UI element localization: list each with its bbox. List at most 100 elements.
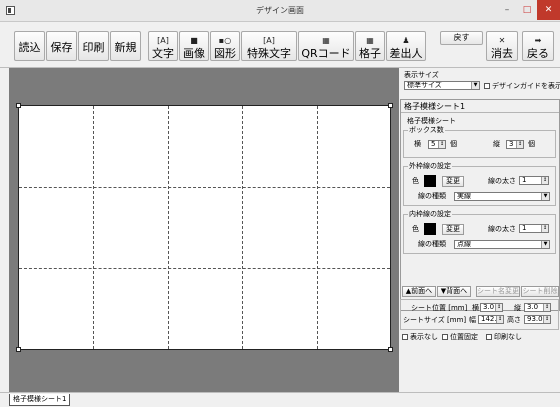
display-size-label: 表示サイズ	[404, 71, 439, 79]
spinner-icon[interactable]: ↕	[516, 141, 523, 148]
divider	[401, 112, 559, 113]
chevron-down-icon: ▼	[541, 241, 549, 248]
undo-button[interactable]: 戻す	[440, 31, 483, 45]
close-icon: ✕	[498, 36, 506, 45]
outer-border-group: 外枠線の設定 色 変更 線の太さ 1 ↕ 線の種類 実線 ▼	[403, 162, 556, 206]
spinner-icon[interactable]: ↕	[438, 141, 445, 148]
grid-divider-h1	[19, 187, 390, 188]
left-margin	[0, 68, 9, 407]
position-group: シート位置 [mm] 横 3.0 ↕ 縦 3.0 ↕ シートサイズ [mm] 幅 1…	[400, 299, 559, 330]
load-button[interactable]: 読込	[14, 31, 45, 61]
outer-width-label: 線の太さ	[488, 177, 516, 185]
inner-width-input[interactable]: 1 ↕	[519, 224, 549, 233]
design-guide-toggle[interactable]: デザインガイドを表示	[484, 82, 560, 91]
resize-handle-top-right[interactable]	[388, 103, 393, 108]
inner-color-swatch	[424, 223, 436, 235]
sheet-size-label: シートサイズ [mm]	[403, 316, 467, 324]
text-icon: [A]	[157, 36, 169, 45]
panel-header: 格子模様シート1	[404, 102, 466, 111]
close-button[interactable]: ✕	[537, 0, 560, 20]
outer-type-select[interactable]: 実線 ▼	[454, 192, 550, 201]
chevron-down-icon: ▼	[541, 193, 549, 200]
sheet-position-label: シート位置 [mm]	[411, 304, 468, 312]
box-count-group: ボックス数 横 5 ↕ 個 縦 3 ↕ 個	[403, 126, 556, 158]
inner-border-title: 内枠線の設定	[408, 210, 452, 218]
width-label: 幅	[469, 316, 476, 324]
grid-button[interactable]: ▦ 格子	[355, 31, 385, 61]
spinner-icon[interactable]: ↕	[543, 304, 550, 311]
pos-y-input[interactable]: 3.0 ↕	[524, 303, 551, 312]
spinner-icon[interactable]: ↕	[495, 304, 502, 311]
delete-button[interactable]: ✕ 消去	[486, 31, 518, 61]
maximize-button[interactable]: □	[517, 0, 537, 20]
minimize-button[interactable]: –	[497, 0, 517, 20]
status-bar: 格子模様シート1	[0, 392, 560, 407]
chevron-down-icon: ▼	[471, 82, 479, 89]
shape-icon: ▪○	[218, 36, 232, 45]
cols-input[interactable]: 5 ↕	[428, 140, 446, 149]
grid-divider-v4	[317, 106, 318, 349]
outer-border-title: 外枠線の設定	[408, 162, 452, 170]
box-count-title: ボックス数	[408, 126, 445, 134]
no-print-checkbox[interactable]	[486, 334, 492, 340]
rows-input[interactable]: 3 ↕	[506, 140, 524, 149]
grid-divider-v3	[242, 106, 243, 349]
resize-handle-top-left[interactable]	[16, 103, 21, 108]
no-print-toggle[interactable]: 印刷なし	[486, 333, 522, 342]
grid-divider-h2	[19, 268, 390, 269]
arrow-right-icon: ➡	[534, 36, 542, 45]
lock-position-checkbox[interactable]	[442, 334, 448, 340]
qr-code-icon: ▦	[322, 36, 330, 45]
toolbar: 読込 保存 印刷 新規 [A] 文字 ■ 画像 ▪○ 図形 [A] 特殊文字 ▦…	[0, 22, 560, 68]
rows-unit: 個	[528, 140, 535, 148]
sender-button[interactable]: ♟ 差出人	[386, 31, 426, 61]
rows-label: 縦	[493, 140, 500, 148]
display-size-select[interactable]: 標準サイズ ▼	[404, 81, 480, 90]
inner-width-label: 線の太さ	[488, 225, 516, 233]
outer-width-input[interactable]: 1 ↕	[519, 176, 549, 185]
hide-toggle[interactable]: 表示なし	[402, 333, 438, 342]
height-label: 高さ	[507, 316, 521, 324]
shape-button[interactable]: ▪○ 図形	[210, 31, 240, 61]
sheet-tab[interactable]: 格子模様シート1	[9, 394, 71, 406]
design-canvas[interactable]	[9, 68, 399, 392]
delete-sheet-button[interactable]: シート削除	[521, 286, 559, 297]
send-back-button[interactable]: ▼背面へ	[437, 286, 471, 297]
resize-handle-bottom-right[interactable]	[388, 347, 393, 352]
qr-code-button[interactable]: ▦ QRコード	[298, 31, 354, 61]
spinner-icon[interactable]: ↕	[541, 177, 548, 184]
lock-position-toggle[interactable]: 位置固定	[442, 333, 478, 342]
cols-label: 横	[414, 140, 421, 148]
inner-border-group: 内枠線の設定 色 変更 線の太さ 1 ↕ 線の種類 点線 ▼	[403, 210, 556, 254]
camera-icon: ■	[190, 36, 198, 45]
hide-checkbox[interactable]	[402, 334, 408, 340]
bring-front-button[interactable]: ▲前面へ	[402, 286, 436, 297]
special-text-button[interactable]: [A] 特殊文字	[241, 31, 297, 61]
inner-color-change-button[interactable]: 変更	[442, 224, 464, 235]
save-button[interactable]: 保存	[46, 31, 77, 61]
inner-type-select[interactable]: 点線 ▼	[454, 240, 550, 249]
forward-button[interactable]: ➡ 戻る	[522, 31, 554, 61]
properties-panel: 表示サイズ 標準サイズ ▼ デザインガイドを表示 格子模様シート1 格子模様シー…	[400, 68, 560, 392]
height-input[interactable]: 93.0 ↕	[524, 315, 551, 324]
width-input[interactable]: 142.0 ↕	[478, 315, 504, 324]
design-guide-checkbox[interactable]	[484, 83, 490, 89]
title-bar: デザイン画面 – □ ✕	[0, 0, 560, 22]
outer-color-change-button[interactable]: 変更	[442, 176, 464, 187]
rename-sheet-button[interactable]: シート名変更	[476, 286, 520, 297]
panel-subtitle: 格子模様シート	[407, 117, 456, 125]
spinner-icon[interactable]: ↕	[541, 225, 548, 232]
text-button[interactable]: [A] 文字	[148, 31, 178, 61]
image-button[interactable]: ■ 画像	[179, 31, 209, 61]
spinner-icon[interactable]: ↕	[543, 316, 550, 323]
new-button[interactable]: 新規	[110, 31, 141, 61]
outer-color-label: 色	[412, 177, 419, 185]
resize-handle-bottom-left[interactable]	[16, 347, 21, 352]
person-icon: ♟	[402, 36, 410, 45]
window-title: デザイン画面	[256, 6, 304, 15]
inner-color-label: 色	[412, 225, 419, 233]
spinner-icon[interactable]: ↕	[496, 316, 503, 323]
print-button[interactable]: 印刷	[78, 31, 109, 61]
grid-sheet[interactable]	[16, 103, 393, 352]
pos-x-input[interactable]: 3.0 ↕	[480, 303, 503, 312]
